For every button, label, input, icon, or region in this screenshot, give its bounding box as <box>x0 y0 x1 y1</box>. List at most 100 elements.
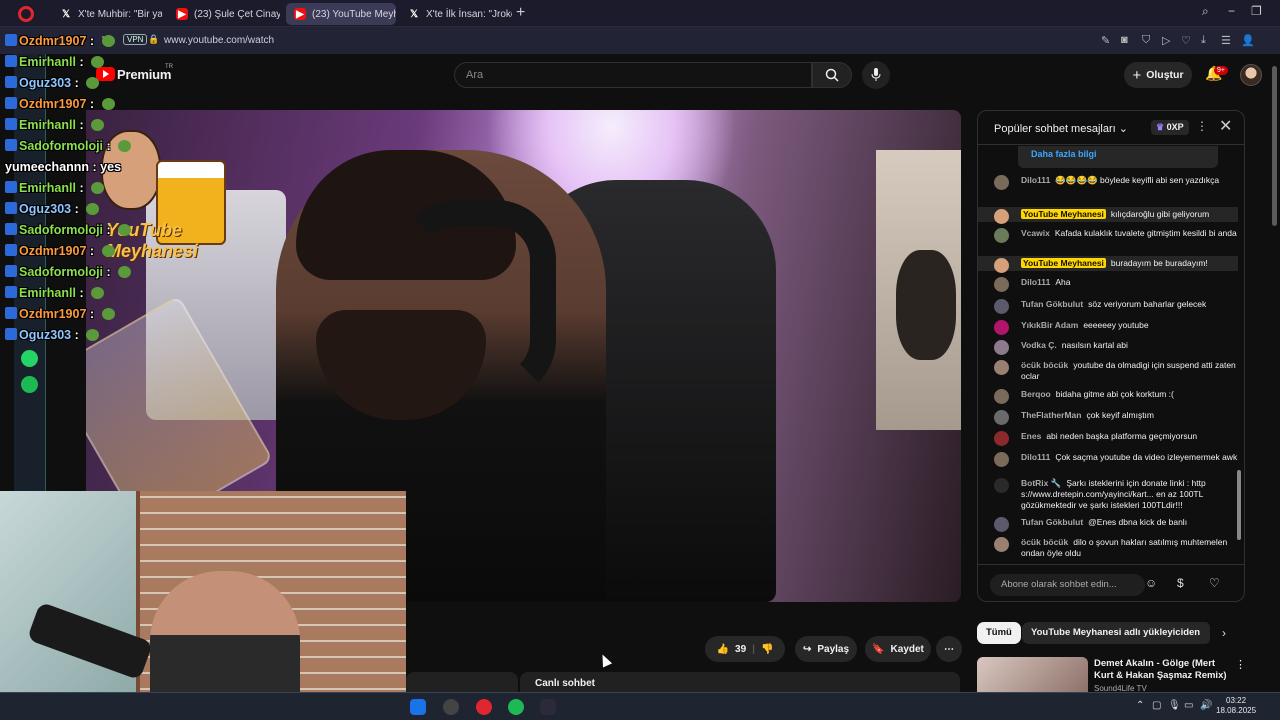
vpn-badge[interactable]: VPN <box>123 34 148 45</box>
mic-tray-icon[interactable]: 🎙 <box>1168 700 1181 711</box>
chat-avatar[interactable] <box>994 410 1009 425</box>
menu-icon[interactable]: ☰ <box>1221 34 1231 47</box>
chat-avatar[interactable] <box>994 478 1009 493</box>
chat-message[interactable]: YouTube Meyhanesi buradayım be buradayım! <box>978 256 1238 273</box>
chip-uploader[interactable]: YouTube Meyhanesi adlı yükleyiciden <box>1022 622 1210 644</box>
chat-author[interactable]: YıkıkBir Adam <box>1021 320 1078 330</box>
heart-icon[interactable]: ♡ <box>1181 34 1191 47</box>
new-tab-plus-icon[interactable]: + <box>516 4 525 22</box>
display-icon[interactable]: ▭ <box>1184 700 1193 711</box>
browser-tab-2[interactable]: ▶ (23) Şule Çet Cinayeti - Kr <box>168 3 280 25</box>
chat-avatar[interactable] <box>994 277 1009 292</box>
taskbar-clock[interactable]: 03:22 18.08.2025 <box>1216 696 1256 716</box>
like-button[interactable]: 👍 39 <box>717 644 747 655</box>
chat-author[interactable]: BotRix 🔧 <box>1021 478 1061 488</box>
chat-more-icon[interactable]: ⋮ <box>1196 119 1208 133</box>
network-icon[interactable]: ▢ <box>1152 700 1161 711</box>
browser-tab-4[interactable]: 𝕏 X'te İlk İnsan: "Jrokez'un d <box>400 3 512 25</box>
chat-author[interactable]: Tufan Gökbulut <box>1021 517 1083 527</box>
emoji-icon[interactable]: ☺ <box>1145 576 1157 590</box>
chat-author[interactable]: YouTube Meyhanesi <box>1021 258 1106 268</box>
more-actions-button[interactable]: ⋯ <box>936 636 962 662</box>
chat-message[interactable]: Berqoo bidaha gitme abi çok korktum :( <box>978 389 1238 404</box>
app-icon[interactable] <box>540 699 556 715</box>
chevron-right-icon[interactable]: › <box>1222 626 1226 640</box>
chat-avatar[interactable] <box>994 175 1009 190</box>
chat-mode-dropdown[interactable]: Popüler sohbet mesajları ⌄ <box>994 122 1128 135</box>
chat-avatar[interactable] <box>994 258 1009 273</box>
chat-avatar[interactable] <box>994 517 1009 532</box>
chat-author[interactable]: Berqoo <box>1021 389 1051 399</box>
minimize-icon[interactable]: − <box>1228 4 1235 18</box>
chat-avatar[interactable] <box>994 452 1009 467</box>
chat-input[interactable]: Abone olarak sohbet edin... <box>990 574 1145 596</box>
search-button[interactable] <box>812 62 852 88</box>
obs-icon[interactable] <box>443 699 459 715</box>
chat-avatar[interactable] <box>994 209 1009 224</box>
chat-author[interactable]: Dilo111 <box>1021 452 1050 462</box>
chat-avatar[interactable] <box>994 340 1009 355</box>
chat-author[interactable]: YouTube Meyhanesi <box>1021 209 1106 219</box>
chat-close-icon[interactable]: ✕ <box>1219 116 1232 136</box>
live-chat-bar[interactable]: Canlı sohbet <box>520 672 960 692</box>
opera-logo-icon[interactable] <box>18 6 34 22</box>
browser-tab-1[interactable]: 𝕏 X'te Muhbir: "Bir yayın <box>52 3 162 25</box>
dislike-thumbs-down-icon[interactable]: 👎 <box>761 644 773 655</box>
heart-icon[interactable]: ♡ <box>1209 576 1220 590</box>
super-chat-icon[interactable]: $ <box>1177 576 1184 590</box>
chat-avatar[interactable] <box>994 299 1009 314</box>
suggestion-thumbnail[interactable] <box>977 657 1088 697</box>
outlook-icon[interactable] <box>410 699 426 715</box>
tray-chevron-icon[interactable]: ⌃ <box>1136 700 1144 711</box>
restore-icon[interactable]: ❐ <box>1251 4 1262 18</box>
chat-scrollbar[interactable] <box>1237 145 1242 557</box>
chat-message[interactable]: Dilo111 😂😂😂😂 böylede keyifli abi sen yazd… <box>978 175 1238 190</box>
tab-search-icon[interactable]: ⌕ <box>1202 4 1209 19</box>
chat-author[interactable]: öcük böcük <box>1021 537 1068 547</box>
voice-search-button[interactable] <box>862 61 890 89</box>
chat-message[interactable]: Enes abi neden başka platforma geçmiyorsu… <box>978 431 1238 446</box>
chat-author[interactable]: öcük böcük <box>1021 360 1068 370</box>
url-field[interactable]: www.youtube.com/watch <box>164 35 274 46</box>
chat-message[interactable]: TheFlatherMan çok keyif almıştım <box>978 410 1238 425</box>
chat-message[interactable]: Dilo111 Aha <box>978 277 1238 292</box>
chat-avatar[interactable] <box>994 537 1009 552</box>
download-icon[interactable]: ⤓ <box>1201 34 1206 47</box>
suggestion-more-icon[interactable]: ⋮ <box>1235 658 1246 671</box>
spotify-icon[interactable] <box>21 376 38 393</box>
chat-avatar[interactable] <box>994 360 1009 375</box>
chip-partial[interactable] <box>1200 622 1210 644</box>
chat-author[interactable]: Dilo111 <box>1021 277 1050 287</box>
xp-badge[interactable]: ♛ 0XP <box>1151 120 1189 135</box>
chat-avatar[interactable] <box>994 228 1009 243</box>
save-button[interactable]: 🔖 Kaydet <box>865 636 931 662</box>
browser-tab-3-active[interactable]: ▶ (23) YouTube Meyhane <box>286 3 396 25</box>
profile-icon[interactable]: 👤 <box>1241 34 1255 47</box>
volume-icon[interactable]: 🔊 <box>1200 700 1212 711</box>
more-info-link[interactable]: Daha fazla bilgi <box>1018 146 1218 168</box>
chat-author[interactable]: Enes <box>1021 431 1041 441</box>
opera-gx-icon[interactable] <box>476 699 492 715</box>
camera-icon[interactable]: ◙ <box>1121 34 1128 46</box>
play-icon[interactable]: ▷ <box>1162 34 1170 47</box>
chat-avatar[interactable] <box>994 320 1009 335</box>
chat-author[interactable]: Tufan Gökbulut <box>1021 299 1083 309</box>
chat-scrollbar-thumb[interactable] <box>1237 470 1241 540</box>
create-button[interactable]: + Oluştur <box>1124 62 1192 88</box>
suggestion-title[interactable]: Demet Akalın - Gölge (Mert Kurt & Hakan … <box>1094 658 1234 682</box>
chat-message[interactable]: Vodka Ç. nasılsın kartal abi <box>978 340 1238 355</box>
chat-message[interactable]: BotRix 🔧 Şarkı isteklerini için donate li… <box>978 478 1238 511</box>
chat-message[interactable]: Vcawix Kafada kulaklık tuvalete gitmiştim… <box>978 228 1238 243</box>
page-scrollbar[interactable] <box>1270 54 1280 692</box>
spotify-taskbar-icon[interactable] <box>508 699 524 715</box>
chat-author[interactable]: Dilo111 <box>1021 175 1050 185</box>
search-input[interactable]: Ara <box>454 62 812 88</box>
share-button[interactable]: ↪ Paylaş <box>795 636 857 662</box>
chat-message[interactable]: Dilo111 Çok saçma youtube da video izleye… <box>978 452 1238 467</box>
chat-message[interactable]: öcük böcük dilo o şovun hakları satılmış … <box>978 537 1238 559</box>
chat-message[interactable]: YouTube Meyhanesi kılıçdaroğlu gibi geliy… <box>978 207 1238 224</box>
chat-message[interactable]: Tufan Gökbulut söz veriyorum baharlar gel… <box>978 299 1238 314</box>
youtube-brand[interactable]: Premium <box>117 67 171 82</box>
chat-message[interactable]: YıkıkBir Adam eeeeeey youtube <box>978 320 1238 335</box>
chat-message[interactable]: öcük böcük youtube da olmadigi için suspe… <box>978 360 1238 382</box>
